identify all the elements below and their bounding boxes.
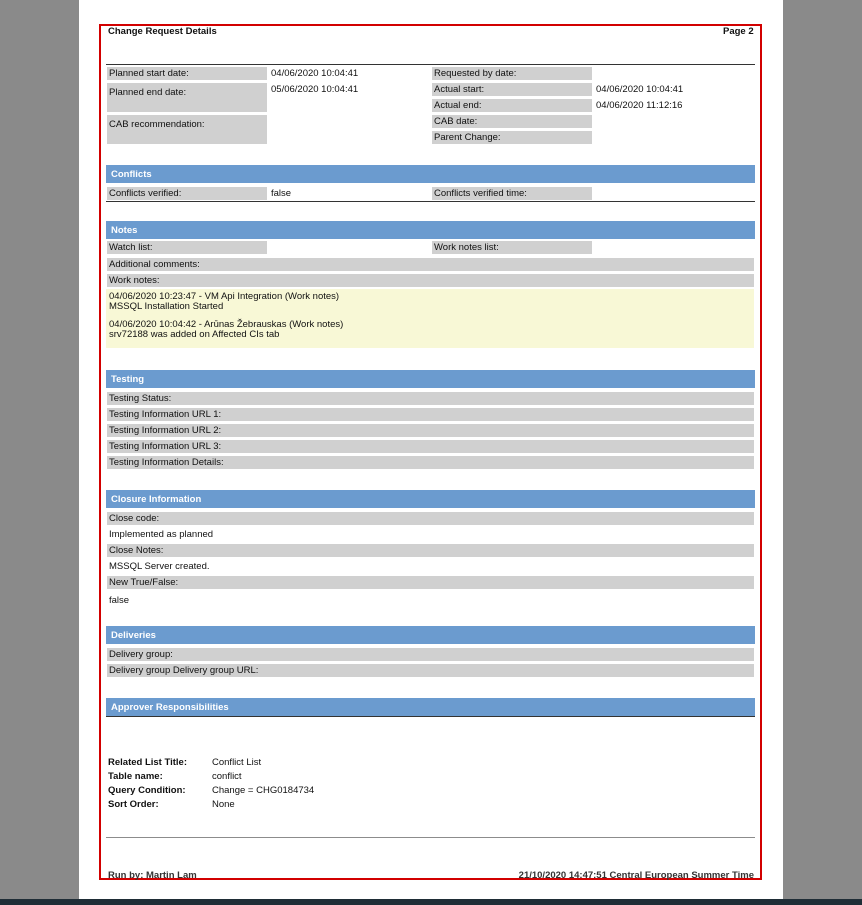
conflicts-divider [106, 201, 755, 202]
actual-end-label: Actual end: [432, 99, 592, 112]
work-note-entry: 04/06/2020 10:04:42 - Arūnas Žebrauskas … [109, 320, 343, 340]
planned-start-value: 04/06/2020 10:04:41 [271, 68, 359, 79]
query-condition-value: Change = CHG0184734 [212, 785, 315, 796]
sort-order-label: Sort Order: [108, 799, 159, 810]
sort-order-value: None [212, 799, 235, 810]
close-code-value: Implemented as planned [109, 529, 214, 540]
work-note-body: MSSQL Installation Started [109, 301, 224, 312]
watch-list-label: Watch list: [107, 241, 267, 254]
work-notes-box: 04/06/2020 10:23:47 - VM Api Integration… [106, 289, 754, 348]
deliveries-section-header: Deliveries [106, 626, 755, 644]
testing-section-header: Testing [106, 370, 755, 388]
conflicts-verified-label: Conflicts verified: [107, 187, 267, 200]
work-note-entry: 04/06/2020 10:23:47 - VM Api Integration… [109, 292, 339, 312]
new-true-false-label: New True/False: [107, 576, 754, 589]
conflicts-verified-value: false [271, 188, 292, 199]
testing-url1-label: Testing Information URL 1: [107, 408, 754, 421]
query-condition-label: Query Condition: [108, 785, 186, 796]
actual-start-label: Actual start: [432, 83, 592, 96]
delivery-group-url-label: Delivery group Delivery group URL: [107, 664, 754, 677]
planned-end-label: Planned end date: [107, 83, 267, 112]
requested-by-label: Requested by date: [432, 67, 592, 80]
work-notes-list-label: Work notes list: [432, 241, 592, 254]
approver-divider [106, 716, 755, 717]
parent-change-label: Parent Change: [432, 131, 592, 144]
table-name-value: conflict [212, 771, 242, 782]
planned-start-label: Planned start date: [107, 67, 267, 80]
testing-url2-label: Testing Information URL 2: [107, 424, 754, 437]
cab-date-label: CAB date: [432, 115, 592, 128]
delivery-group-label: Delivery group: [107, 648, 754, 661]
table-name-label: Table name: [108, 771, 163, 782]
bottom-bar [0, 899, 862, 905]
planned-end-value: 05/06/2020 10:04:41 [271, 84, 359, 95]
notes-section-header: Notes [106, 221, 755, 239]
page-title: Change Request Details [108, 26, 217, 37]
related-list-title-value: Conflict List [212, 757, 262, 768]
page-number: Page 2 [723, 26, 754, 37]
testing-status-label: Testing Status: [107, 392, 754, 405]
related-list-title-label: Related List Title: [108, 757, 188, 768]
testing-url3-label: Testing Information URL 3: [107, 440, 754, 453]
run-timestamp: 21/10/2020 14:47:51 Central European Sum… [518, 870, 754, 881]
cab-recommendation-label: CAB recommendation: [107, 115, 267, 144]
header-divider [106, 64, 755, 65]
close-notes-value: MSSQL Server created. [109, 561, 210, 572]
run-by: Run by: Martin Lam [108, 870, 197, 881]
conflicts-verified-time-label: Conflicts verified time: [432, 187, 592, 200]
actual-start-value: 04/06/2020 10:04:41 [596, 84, 684, 95]
close-notes-label: Close Notes: [107, 544, 754, 557]
additional-comments-label: Additional comments: [107, 258, 754, 271]
new-true-false-value: false [109, 595, 130, 606]
testing-details-label: Testing Information Details: [107, 456, 754, 469]
conflicts-section-header: Conflicts [106, 165, 755, 183]
approver-section-header: Approver Responsibilities [106, 698, 755, 716]
close-code-label: Close code: [107, 512, 754, 525]
work-notes-label: Work notes: [107, 274, 754, 287]
actual-end-value: 04/06/2020 11:12:16 [596, 100, 683, 111]
closure-section-header: Closure Information [106, 490, 755, 508]
footer-divider [106, 837, 755, 838]
work-note-body: srv72188 was added on Affected CIs tab [109, 329, 280, 340]
